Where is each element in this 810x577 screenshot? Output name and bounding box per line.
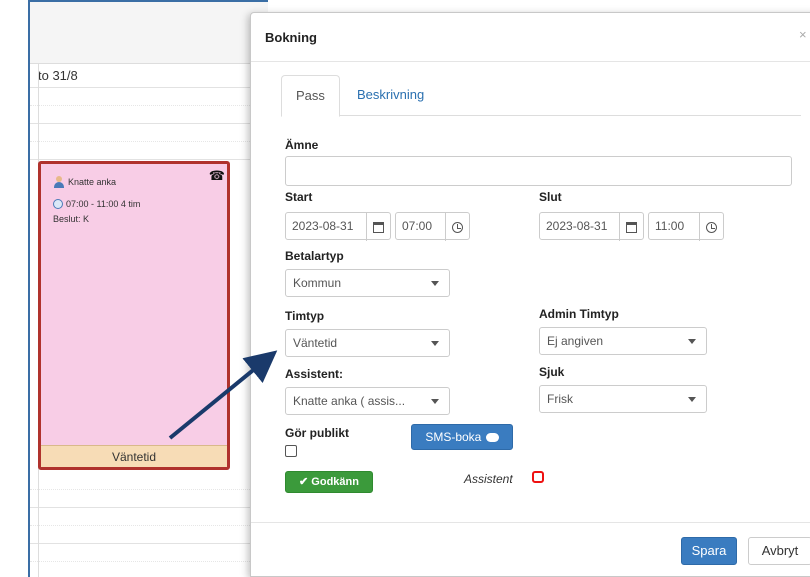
calendar-row-line: [30, 543, 268, 544]
start-date-input[interactable]: 2023-08-31: [285, 212, 391, 241]
slut-label: Slut: [539, 190, 562, 204]
sjuk-label: Sjuk: [539, 365, 565, 379]
start-time-value: 07:00: [402, 219, 433, 233]
gor-publikt-label: Gör publikt: [285, 426, 349, 440]
godkann-button[interactable]: ✔ Godkänn: [285, 471, 373, 493]
modal-footer-divider: [251, 522, 810, 523]
assistent-flag-label: Assistent: [464, 472, 513, 486]
event-beslut: Beslut: K: [53, 214, 90, 224]
event-status: Väntetid: [41, 445, 227, 467]
gor-publikt-checkbox[interactable]: [285, 445, 297, 457]
event-time: 07:00 - 11:00 4 tim: [66, 199, 141, 209]
calendar-row-line: [30, 141, 268, 142]
chevron-down-icon: [688, 339, 696, 344]
betalartyp-label: Betalartyp: [285, 249, 344, 263]
user-icon: [53, 176, 65, 188]
slut-date-input[interactable]: 2023-08-31: [539, 212, 644, 241]
admin-timtyp-label: Admin Timtyp: [539, 307, 619, 321]
chevron-down-icon: [431, 399, 439, 404]
clock-icon[interactable]: [445, 213, 469, 241]
calendar-icon[interactable]: [366, 213, 390, 241]
sms-boka-label: SMS-boka: [425, 430, 482, 444]
avbryt-button[interactable]: Avbryt: [748, 537, 810, 565]
calendar-icon[interactable]: [619, 213, 643, 241]
sms-boka-button[interactable]: SMS-boka: [411, 424, 513, 450]
clock-icon: [53, 199, 63, 209]
assistent-select[interactable]: Knatte anka ( assis...: [285, 387, 450, 415]
calendar-row-line: [30, 489, 268, 490]
calendar-row-line: [30, 525, 268, 526]
modal-header-divider: [251, 61, 810, 62]
start-time-input[interactable]: 07:00: [395, 212, 470, 241]
admin-timtyp-select[interactable]: Ej angiven: [539, 327, 707, 355]
timtyp-value: Väntetid: [293, 336, 338, 350]
event-name: Knatte anka: [68, 177, 117, 187]
chevron-down-icon: [431, 281, 439, 286]
event-time-row: 07:00 - 11:00 4 tim: [53, 199, 140, 209]
booking-modal: Bokning × Pass Beskrivning Ämne Start 20…: [250, 12, 810, 577]
calendar-row-line: [30, 123, 268, 124]
tab-beskrivning[interactable]: Beskrivning: [343, 75, 438, 117]
calendar-header: [30, 2, 268, 64]
calendar-row-line: [30, 105, 268, 106]
chevron-down-icon: [431, 341, 439, 346]
modal-title: Bokning: [265, 30, 317, 45]
chevron-down-icon: [688, 397, 696, 402]
amne-input[interactable]: [285, 156, 792, 186]
assistent-flag-checkbox[interactable]: [532, 471, 544, 483]
betalartyp-select[interactable]: Kommun: [285, 269, 450, 297]
start-label: Start: [285, 190, 313, 204]
calendar-row-line: [30, 507, 268, 508]
start-date-value: 2023-08-31: [292, 219, 354, 233]
calendar-row-line: [30, 159, 268, 160]
assistent-label: Assistent:: [285, 367, 344, 381]
close-icon[interactable]: ×: [799, 27, 807, 42]
sjuk-value: Frisk: [547, 392, 573, 406]
timtyp-label: Timtyp: [285, 309, 325, 323]
amne-label: Ämne: [285, 138, 319, 152]
clock-icon[interactable]: [699, 213, 723, 241]
admin-timtyp-value: Ej angiven: [547, 334, 604, 348]
tab-pass[interactable]: Pass: [281, 75, 340, 117]
betalartyp-value: Kommun: [293, 276, 342, 290]
spara-button[interactable]: Spara: [681, 537, 737, 565]
calendar-event[interactable]: Knatte anka ☎ 07:00 - 11:00 4 tim Beslut…: [38, 161, 230, 470]
phone-icon: ☎: [208, 168, 225, 183]
slut-date-value: 2023-08-31: [546, 219, 608, 233]
calendar-row-line: [30, 561, 268, 562]
check-icon: ✔: [299, 476, 309, 488]
event-assistant: Knatte anka: [53, 176, 116, 188]
assistent-value: Knatte anka ( assis...: [293, 394, 406, 408]
modal-tabs: Pass Beskrivning: [281, 75, 801, 117]
sjuk-select[interactable]: Frisk: [539, 385, 707, 413]
chat-icon: [485, 433, 499, 443]
calendar-day-label: to 31/8: [38, 68, 78, 83]
godkann-label: Godkänn: [311, 476, 359, 488]
calendar-row-line: [30, 87, 268, 88]
slut-time-value: 11:00: [655, 219, 685, 233]
slut-time-input[interactable]: 11:00: [648, 212, 724, 241]
timtyp-select[interactable]: Väntetid: [285, 329, 450, 357]
